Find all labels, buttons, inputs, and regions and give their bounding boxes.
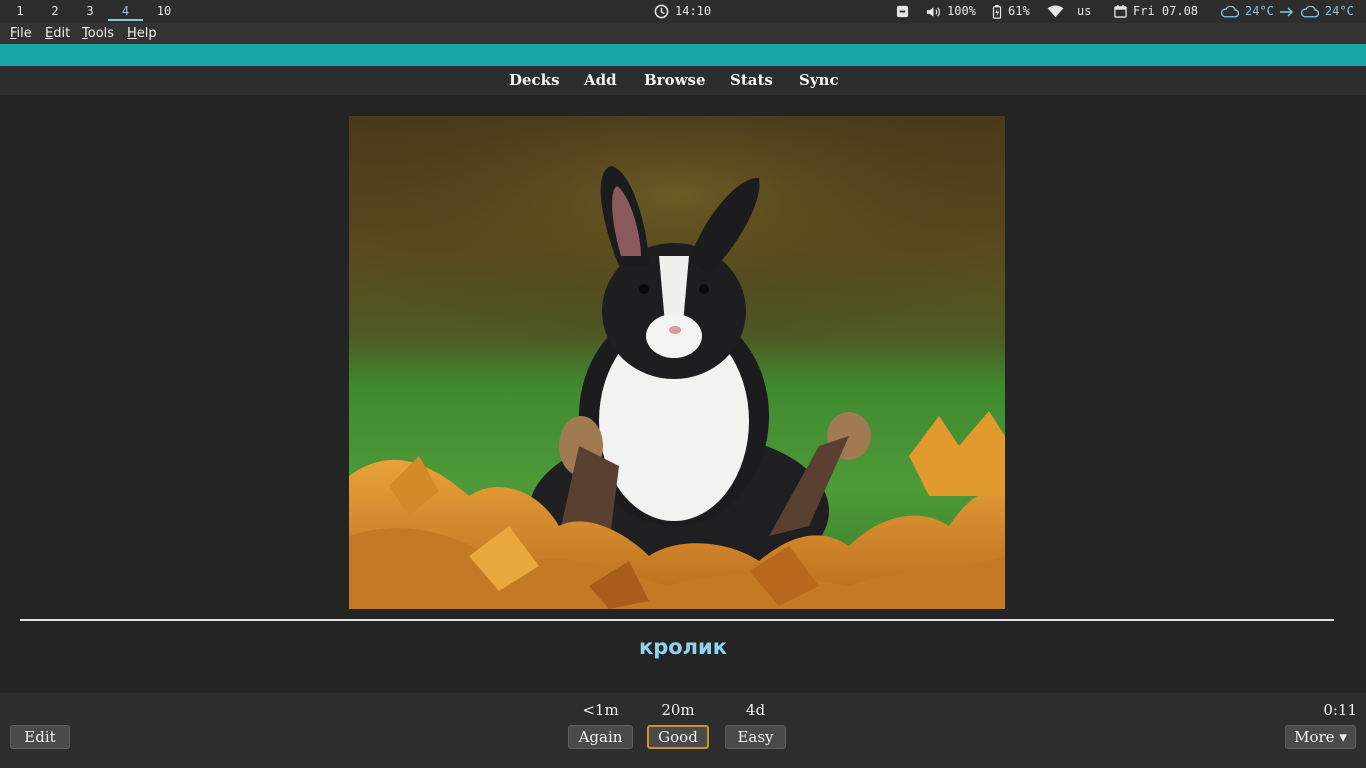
system-status-bar: 1 2 3 4 10 14:10 100% 61% us Fri 07.08 2… [0,0,1366,23]
archive-icon [896,5,909,18]
workspace-3[interactable]: 3 [80,0,100,23]
arrow-right-icon [1279,7,1293,16]
clock-time: 14:10 [675,4,712,18]
keyboard-layout[interactable]: us [1077,0,1091,23]
weather-now: 24°C [1245,4,1274,18]
weather: 24°C 24°C [1220,0,1354,23]
menu-help[interactable]: Help [127,23,157,44]
date: Fri 07.08 [1114,0,1198,23]
toolbar-browse[interactable]: Browse [644,66,706,95]
menu-edit[interactable]: Edit [45,23,70,44]
more-button[interactable]: More ▾ [1285,725,1356,749]
menu-file[interactable]: File [10,23,32,44]
toolbar-decks[interactable]: Decks [509,66,560,95]
speaker-icon [926,6,940,17]
archive-indicator [896,0,909,23]
battery-level: 61% [1008,4,1030,18]
edit-button[interactable]: Edit [10,725,70,749]
good-button[interactable]: Good [647,725,709,749]
battery-indicator: 61% [992,0,1030,23]
interval-easy: 4d [745,701,766,719]
calendar-icon [1114,5,1127,18]
toolbar-sync[interactable]: Sync [799,66,839,95]
volume-level: 100% [947,4,976,18]
easy-button[interactable]: Easy [725,725,786,749]
keyboard-layout-label: us [1077,4,1092,18]
clock-icon [654,4,669,19]
window-title-bar [0,44,1366,66]
menu-tools[interactable]: Tools [82,23,114,44]
wifi-indicator[interactable] [1047,0,1064,23]
toolbar-stats[interactable]: Stats [730,66,773,95]
review-bottom-bar: Edit <1m 20m 4d Again Good Easy 0:11 Mor… [0,693,1366,768]
clock: 14:10 [654,0,711,23]
card-review-area: кролик [0,95,1366,693]
weather-later: 24°C [1324,4,1354,18]
answer-divider [20,619,1334,621]
date-label: Fri 07.08 [1133,4,1199,18]
wifi-icon [1047,5,1064,18]
main-toolbar: Decks Add Browse Stats Sync [0,66,1366,95]
rabbit-photo [349,116,1005,609]
workspace-4-active[interactable]: 4 [108,0,143,23]
again-button[interactable]: Again [568,725,633,749]
volume-indicator[interactable]: 100% [926,0,976,23]
review-timer: 0:11 [1323,701,1357,719]
interval-again: <1m [582,701,619,719]
workspace-2[interactable]: 2 [45,0,65,23]
battery-icon [992,4,1002,19]
cloud-forecast-icon [1300,5,1319,17]
workspace-1[interactable]: 1 [10,0,30,23]
workspace-10[interactable]: 10 [152,0,176,23]
toolbar-add[interactable]: Add [584,66,617,95]
answer-text: кролик [638,635,728,659]
interval-good: 20m [661,701,695,719]
cloud-icon [1220,5,1239,17]
menu-bar: File Edit Tools Help [0,23,1366,44]
